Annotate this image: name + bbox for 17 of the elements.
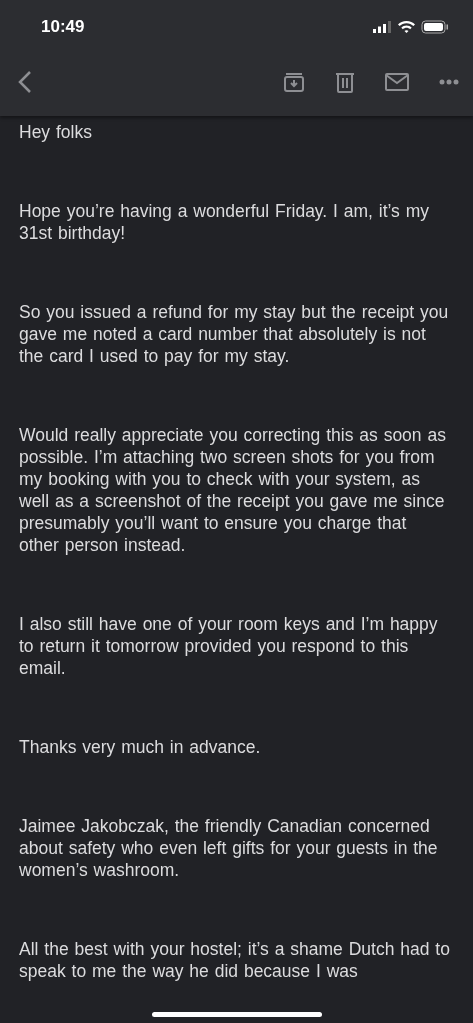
- message-paragraph: Would really appreciate you correcting this as soon as possible. I’m attaching two screen shots for you from my booking with you to check with your system, as well as a screenshot of the receipt you gave me since presumably you’ll want to ensure you charge that other person instead.: [19, 424, 447, 556]
- more-icon[interactable]: [439, 79, 459, 85]
- message-paragraph: All the best with your hostel; it’s a shame Dutch had to speak to me the way he did because I was: [19, 938, 451, 982]
- message-paragraph: Thanks very much in advance.: [19, 736, 262, 758]
- message-paragraph: I also still have one of your room keys and I’m happy to return it tomorrow provided you respond to this email.: [19, 613, 439, 679]
- message-paragraph: So you issued a refund for my stay but the receipt you gave me noted a card number that absolutely is not the card I used to pay for my stay.: [19, 301, 450, 367]
- message-paragraph: Hey folks: [19, 121, 93, 143]
- signal-icon: [373, 21, 392, 33]
- back-icon[interactable]: [18, 70, 32, 94]
- message-paragraph: Jaimee Jakobczak, the friendly Canadian concerned about safety who even left gifts for your guests in the women’s washroom.: [19, 815, 439, 881]
- mail-icon[interactable]: [385, 72, 409, 92]
- clock: 10:49: [41, 17, 85, 37]
- battery-icon: [421, 20, 449, 34]
- message-paragraph: Hope you’re having a wonderful Friday. I am, it’s my 31st birthday!: [19, 200, 431, 244]
- archive-icon[interactable]: [283, 71, 305, 93]
- trash-icon[interactable]: [335, 71, 355, 93]
- wifi-icon: [398, 21, 415, 33]
